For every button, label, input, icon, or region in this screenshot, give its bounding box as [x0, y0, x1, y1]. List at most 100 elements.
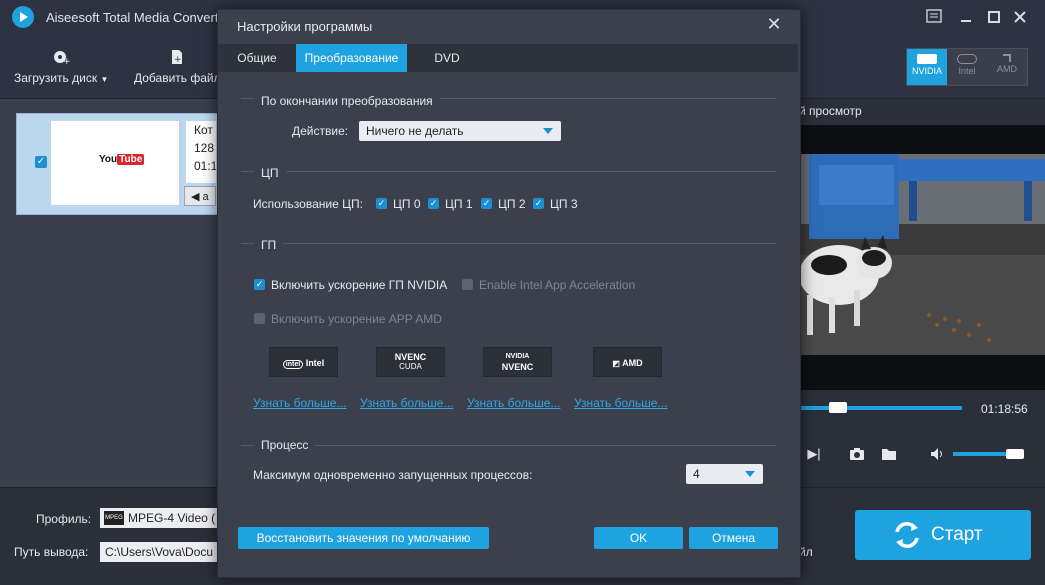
- nvenc-cuda-logo-button[interactable]: NVENC CUDA: [376, 347, 445, 377]
- action-select[interactable]: Ничего не делать: [359, 121, 561, 141]
- add-file-icon: +: [172, 50, 183, 65]
- tab-conversion[interactable]: Преобразование: [296, 44, 407, 72]
- audio-track-select[interactable]: ◀ a: [184, 186, 216, 206]
- gpu-acceleration-toggle[interactable]: NVIDIA Intel AMD: [906, 48, 1028, 86]
- youtube-logo-icon: You Tube: [99, 154, 145, 165]
- folder-icon[interactable]: [881, 447, 897, 461]
- convert-icon: [892, 520, 922, 550]
- app-title: Aiseesoft Total Media Convert: [46, 10, 219, 25]
- maximize-icon[interactable]: [984, 8, 1004, 28]
- close-window-icon[interactable]: [1010, 8, 1030, 28]
- output-path-label: Путь вывода:: [14, 545, 89, 559]
- amd-logo-button[interactable]: ◩ AMD: [593, 347, 662, 377]
- learn-more-intel-link[interactable]: Узнать больше...: [253, 396, 346, 410]
- file-resolution: 128: [194, 141, 215, 155]
- nvenc-cuda-line1: NVENC: [394, 352, 427, 362]
- speaker-icon: ◀: [191, 191, 200, 203]
- gpu-option-label: AMD: [997, 64, 1017, 74]
- preview-label: й просмотр: [799, 104, 862, 118]
- svg-text:+: +: [174, 55, 182, 65]
- intel-logo-button[interactable]: intel Intel: [269, 347, 338, 377]
- cancel-button[interactable]: Отмена: [689, 527, 778, 549]
- start-label: Старт: [931, 524, 983, 545]
- video-preview: [799, 125, 1045, 390]
- intel-logo-label: Intel: [305, 358, 325, 368]
- section-title-cpu: ЦП: [254, 166, 286, 180]
- load-disc-button[interactable]: + Загрузить диск ▼: [14, 49, 108, 85]
- file-name: Кот: [194, 123, 213, 137]
- feedback-icon[interactable]: [924, 8, 944, 28]
- add-file-label: Добавить файл: [134, 71, 221, 85]
- chevron-down-icon: [543, 128, 553, 134]
- gpu-option-label: Intel: [958, 66, 976, 76]
- dialog-close-icon[interactable]: ✕: [764, 14, 784, 34]
- dialog-title: Настройки программы: [237, 19, 373, 34]
- max-processes-select[interactable]: 4: [686, 464, 763, 484]
- cpu-1-checkbox[interactable]: ✓: [428, 198, 439, 209]
- amd-acceleration-checkbox[interactable]: [254, 313, 265, 324]
- intel-icon: [957, 54, 977, 64]
- section-title-after-conversion: По окончании преобразования: [254, 94, 440, 108]
- section-divider: [241, 171, 776, 172]
- amd-logo-label: AMD: [622, 358, 643, 368]
- gpu-option-nvidia[interactable]: NVIDIA: [907, 49, 947, 85]
- learn-more-nvenc-link[interactable]: Узнать больше...: [467, 396, 560, 410]
- chevron-down-icon: [745, 471, 755, 477]
- gpu-option-label: NVIDIA: [911, 66, 942, 76]
- cpu-usage-label: Использование ЦП:: [253, 197, 363, 211]
- load-disc-label: Загрузить диск: [14, 71, 98, 85]
- intel-acceleration-label: Enable Intel App Acceleration: [479, 278, 636, 292]
- tab-general[interactable]: Общие: [226, 44, 288, 72]
- cpu-2-checkbox[interactable]: ✓: [481, 198, 492, 209]
- profile-label: Профиль:: [36, 512, 92, 526]
- output-path-field[interactable]: C:\Users\Vova\Docu: [100, 542, 218, 562]
- max-processes-label: Максимум одновременно запущенных процесс…: [253, 468, 533, 482]
- section-title-gpu: ГП: [254, 238, 284, 252]
- tab-dvd[interactable]: DVD: [420, 44, 474, 72]
- cpu-3-label: ЦП 3: [550, 197, 578, 211]
- nvidia-nvenc-line1: NVIDIA: [505, 353, 530, 360]
- section-divider: [241, 243, 776, 244]
- audio-track-value: a: [202, 191, 209, 203]
- gpu-option-amd[interactable]: AMD: [987, 49, 1027, 85]
- gpu-option-intel[interactable]: Intel: [947, 49, 987, 85]
- seek-bar[interactable]: [800, 406, 962, 410]
- nvidia-acceleration-checkbox[interactable]: ✓: [254, 279, 265, 290]
- action-select-value: Ничего не делать: [366, 124, 464, 138]
- file-item-checkbox[interactable]: ✓: [35, 156, 47, 168]
- merge-label: йл: [799, 545, 813, 559]
- snapshot-icon[interactable]: [849, 447, 865, 461]
- seek-handle[interactable]: [829, 402, 847, 413]
- action-label: Действие:: [292, 124, 349, 138]
- cpu-3-checkbox[interactable]: ✓: [533, 198, 544, 209]
- mpeg-format-icon: MPEG: [104, 511, 124, 525]
- preview-frame: [799, 125, 1045, 390]
- cpu-0-label: ЦП 0: [393, 197, 421, 211]
- next-frame-icon[interactable]: ▶|: [806, 447, 822, 461]
- disc-icon: +: [54, 51, 70, 65]
- nvidia-acceleration-label: Включить ускорение ГП NVIDIA: [271, 278, 448, 292]
- learn-more-amd-link[interactable]: Узнать больше...: [574, 396, 667, 410]
- cpu-2-label: ЦП 2: [498, 197, 526, 211]
- volume-handle[interactable]: [1006, 449, 1024, 459]
- cpu-1-label: ЦП 1: [445, 197, 473, 211]
- volume-icon[interactable]: [930, 447, 946, 461]
- max-processes-value: 4: [693, 467, 700, 481]
- minimize-icon[interactable]: [956, 8, 976, 28]
- nvidia-nvenc-logo-button[interactable]: NVIDIA NVENC: [483, 347, 552, 377]
- chevron-down-icon: ▼: [100, 75, 109, 84]
- svg-text:+: +: [63, 57, 70, 65]
- playback-time: 01:18:56: [981, 402, 1028, 416]
- cpu-0-checkbox[interactable]: ✓: [376, 198, 387, 209]
- app-logo-icon: [12, 6, 34, 28]
- section-divider: [241, 445, 776, 446]
- intel-acceleration-checkbox[interactable]: [462, 279, 473, 290]
- add-file-button[interactable]: + Добавить файл: [134, 49, 221, 85]
- learn-more-cuda-link[interactable]: Узнать больше...: [360, 396, 453, 410]
- file-info: Кот 128 01:1: [186, 121, 216, 183]
- ok-button[interactable]: OK: [594, 527, 683, 549]
- amd-icon: ◩: [612, 359, 623, 368]
- restore-defaults-button[interactable]: Восстановить значения по умолчанию: [238, 527, 489, 549]
- amd-icon: [1003, 54, 1011, 62]
- start-button[interactable]: Старт: [855, 510, 1031, 560]
